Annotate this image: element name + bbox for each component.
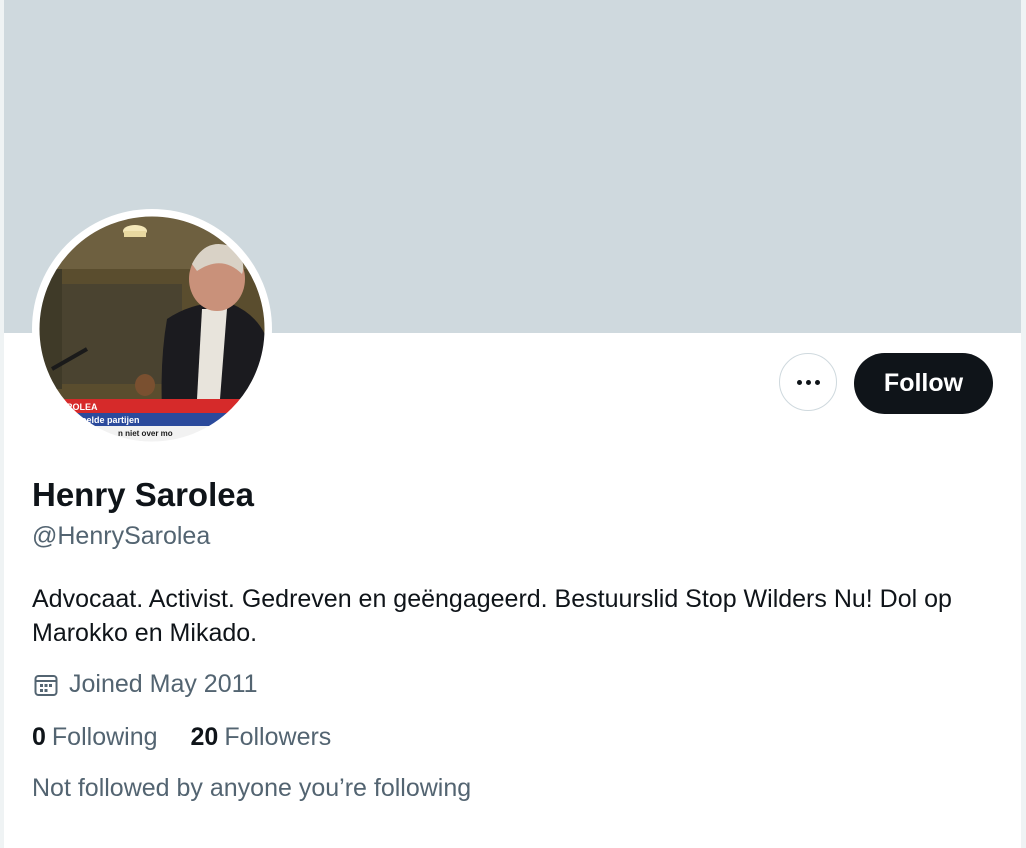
display-name: Henry Sarolea [32,476,254,513]
joined-date: Joined May 2011 [32,670,258,699]
avatar[interactable]: ROLEA deelde partijen n niet over mo [32,209,272,449]
more-horizontal-icon [796,379,802,385]
following-count: 0 [32,723,46,751]
calendar-icon [34,674,58,696]
followed-by-note: Not followed by anyone you’re following [32,774,472,802]
user-handle: @HenrySarolea [32,522,211,550]
follow-button[interactable]: Follow [854,353,993,414]
more-options-button[interactable] [779,353,837,411]
profile-page: ROLEA deelde partijen n niet over mo Fol… [0,0,1026,848]
followers-link[interactable]: 20 Followers [191,723,332,752]
following-link[interactable]: 0 Following [32,723,158,752]
followers-count: 20 [190,723,219,751]
avatar-caption-bottom: n niet over mo [118,429,173,438]
avatar-photo: ROLEA deelde partijen n niet over mo [32,209,272,449]
follow-stats: 0 Following 20 Followers [32,723,364,752]
right-border [1021,0,1026,848]
following-label: Following [51,723,158,751]
profile-bio: Advocaat. Activist. Gedreven en geëngage… [32,585,952,647]
more-horizontal-icon-dot [814,379,820,385]
joined-text: Joined May 2011 [69,670,258,698]
followers-label: Followers [224,723,332,751]
more-horizontal-icon-dot [805,379,811,385]
